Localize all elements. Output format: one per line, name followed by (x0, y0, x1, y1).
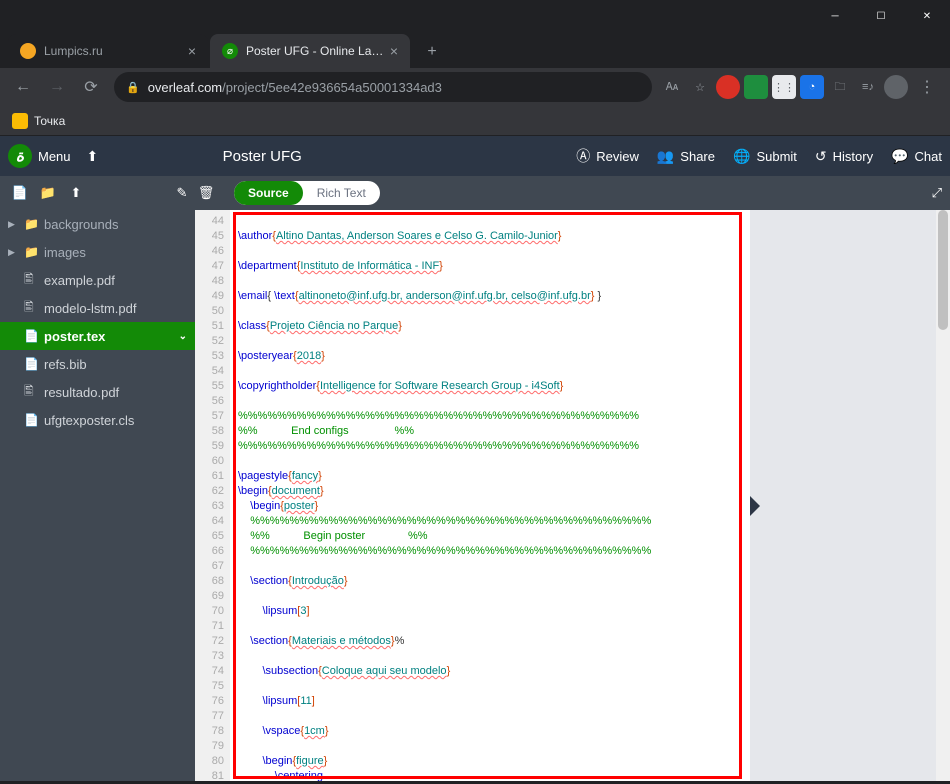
scrollbar[interactable] (936, 210, 950, 781)
browser-toolbar: ← → ⟳ 🔒 overleaf.com/project/5ee42e93665… (0, 68, 950, 106)
new-tab-button[interactable]: + (418, 38, 446, 66)
favicon-icon (20, 43, 36, 59)
forward-button[interactable]: → (42, 72, 72, 102)
pdf-collapsed-panel[interactable] (750, 210, 950, 781)
header-actions: ⒶReview 👥Share 🌐Submit ↺History 💬Chat (576, 146, 942, 166)
reload-button[interactable]: ⟳ (76, 72, 106, 102)
file-item[interactable]: 🖺 modelo-lstm.pdf (0, 294, 195, 322)
share-icon: 👥 (657, 148, 674, 165)
file-label: images (44, 245, 86, 260)
extension-icon[interactable] (716, 75, 740, 99)
maximize-button[interactable]: ☐ (858, 0, 904, 32)
project-title: Poster UFG (0, 148, 576, 165)
url-domain: overleaf.com (148, 80, 222, 95)
source-mode-button[interactable]: Source (234, 181, 303, 205)
new-file-icon[interactable]: 📄 (8, 181, 32, 205)
code-content[interactable]: \author{Altino Dantas, Anderson Soares e… (230, 210, 750, 781)
file-icon: 📄 (24, 413, 38, 427)
file-item[interactable]: 🖺 resultado.pdf (0, 378, 195, 406)
history-button[interactable]: ↺History (815, 146, 873, 166)
history-icon: ↺ (815, 148, 827, 165)
file-label: backgrounds (44, 217, 118, 232)
file-icon: 📄 (24, 357, 38, 371)
bookmark-item[interactable]: Точка (12, 113, 65, 129)
tab-strip: Lumpics.ru × ⌀ Poster UFG - Online LaTeX… (0, 32, 950, 68)
star-icon[interactable]: ☆ (688, 75, 712, 99)
share-button[interactable]: 👥Share (657, 146, 715, 166)
folder-item[interactable]: ▶ 📁 backgrounds (0, 210, 195, 238)
upload-icon[interactable]: ⬆ (64, 181, 88, 205)
rich-text-mode-button[interactable]: Rich Text (303, 181, 380, 205)
file-icon: 🖺 (24, 298, 38, 319)
folder-icon (12, 113, 28, 129)
tab-close-icon[interactable]: × (188, 43, 196, 59)
editor[interactable]: 4445464748495051525354555657585960616263… (195, 210, 950, 781)
file-tree-actions: 📄 📁 ⬆ (8, 181, 88, 205)
line-gutter: 4445464748495051525354555657585960616263… (195, 210, 230, 781)
delete-icon[interactable]: 🗑 (194, 181, 218, 205)
chat-button[interactable]: 💬Chat (891, 146, 942, 166)
new-folder-icon[interactable]: 📁 (36, 181, 60, 205)
extension-icon[interactable] (744, 75, 768, 99)
favicon-icon: ⌀ (222, 43, 238, 59)
file-item[interactable]: 📄 ufgtexposter.cls (0, 406, 195, 434)
file-icon: 🖺 (24, 382, 38, 403)
rename-icon[interactable]: ✎ (170, 181, 194, 205)
file-label: refs.bib (44, 357, 87, 372)
review-button[interactable]: ⒶReview (576, 146, 639, 166)
browser-tab-1[interactable]: ⌀ Poster UFG - Online LaTeX Editor × (210, 34, 410, 68)
file-label: poster.tex (44, 329, 105, 344)
tab-close-icon[interactable]: × (390, 43, 398, 59)
expand-icon[interactable]: ⤢ (932, 185, 942, 201)
caret-icon: ▶ (8, 247, 18, 258)
url-path: /project/5ee42e936654a50001334ad3 (222, 80, 442, 95)
minimize-button[interactable]: ─ (812, 0, 858, 32)
chat-icon: 💬 (891, 148, 908, 165)
file-item[interactable]: 🖺 example.pdf (0, 266, 195, 294)
file-label: example.pdf (44, 273, 115, 288)
submit-icon: 🌐 (733, 148, 750, 165)
submit-button[interactable]: 🌐Submit (733, 146, 797, 166)
review-icon: Ⓐ (576, 146, 590, 166)
extension-icon[interactable]: ≡♪ (856, 75, 880, 99)
lock-icon: 🔒 (126, 81, 140, 94)
bookmarks-bar: Точка (0, 106, 950, 136)
file-tree: ▶ 📁 backgrounds ▶ 📁 images 🖺 example.pdf 🖺 modelo… (0, 210, 195, 781)
extension-icon[interactable]: 🗀 (828, 75, 852, 99)
file-label: ufgtexposter.cls (44, 413, 134, 428)
folder-icon: 📁 (24, 245, 38, 259)
translate-icon[interactable]: 🗛 (660, 75, 684, 99)
editor-mode-toggle: Source Rich Text (234, 181, 380, 205)
file-item[interactable]: 📄 refs.bib (0, 350, 195, 378)
back-button[interactable]: ← (8, 72, 38, 102)
overleaf-toolbar: 📄 📁 ⬆ ✎ 🗑 Source Rich Text ⤢ (0, 176, 950, 210)
close-button[interactable]: ✕ (904, 0, 950, 32)
file-label: resultado.pdf (44, 385, 119, 400)
file-label: modelo-lstm.pdf (44, 301, 136, 316)
file-icon: 📄 (24, 329, 38, 343)
folder-icon: 📁 (24, 217, 38, 231)
menu-button[interactable]: ⋮ (912, 72, 942, 102)
bookmark-label: Точка (34, 114, 65, 128)
extension-icon[interactable]: ◔ (800, 75, 824, 99)
overleaf-header: ة Menu ⬆ Poster UFG ⒶReview 👥Share 🌐Subm… (0, 136, 950, 176)
tab-label: Poster UFG - Online LaTeX Editor (246, 44, 384, 58)
file-icon: 🖺 (24, 270, 38, 291)
tab-label: Lumpics.ru (44, 44, 182, 58)
window-titlebar: ─ ☐ ✕ (0, 0, 950, 32)
folder-item[interactable]: ▶ 📁 images (0, 238, 195, 266)
scrollbar-thumb[interactable] (938, 210, 948, 330)
avatar-icon[interactable] (884, 75, 908, 99)
file-item[interactable]: 📄 poster.tex ⌄ (0, 322, 195, 350)
extension-icon[interactable]: ⋮⋮ (772, 75, 796, 99)
chevron-down-icon[interactable]: ⌄ (179, 331, 187, 342)
address-bar[interactable]: 🔒 overleaf.com/project/5ee42e936654a5000… (114, 72, 652, 102)
caret-icon: ▶ (8, 219, 18, 230)
overleaf-main: ▶ 📁 backgrounds ▶ 📁 images 🖺 example.pdf 🖺 modelo… (0, 210, 950, 781)
browser-tab-0[interactable]: Lumpics.ru × (8, 34, 208, 68)
